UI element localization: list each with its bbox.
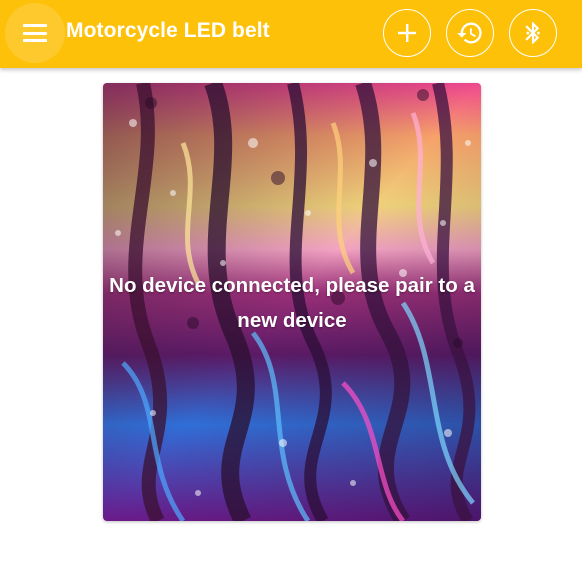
menu-button[interactable] (5, 3, 65, 63)
history-button[interactable] (446, 9, 494, 57)
no-device-message: No device connected, please pair to a ne… (109, 274, 475, 332)
add-device-button[interactable] (383, 9, 431, 57)
history-icon (457, 22, 482, 44)
status-card: No device connected, please pair to a ne… (103, 83, 481, 521)
bluetooth-icon (525, 22, 540, 44)
add-icon (398, 24, 416, 42)
app-bar: Motorcycle LED belt (0, 0, 582, 68)
bluetooth-button[interactable] (509, 9, 557, 57)
menu-icon (23, 24, 47, 42)
app-title: Motorcycle LED belt (66, 19, 270, 42)
